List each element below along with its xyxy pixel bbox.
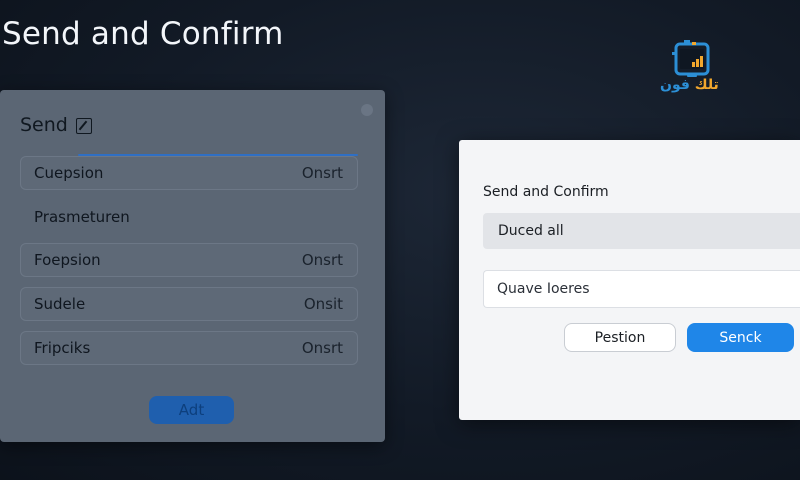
brand-logo-word-1: تلك (694, 77, 719, 93)
list-item[interactable]: Cuepsion Onsrt (20, 156, 358, 190)
list-item[interactable]: Foepsion Onsrt (20, 243, 358, 277)
list-item-value: Onsit (303, 295, 343, 313)
send-panel: Send Cuepsion Onsrt Prasmeturen Foepsion… (0, 90, 385, 442)
panel-close-icon[interactable] (361, 104, 373, 116)
page-title: Send and Confirm (2, 16, 284, 52)
list-item[interactable]: Prasmeturen (20, 200, 358, 234)
send-confirm-dialog: Send and Confirm Duced all Quave Ioeres … (459, 140, 800, 420)
dialog-title: Send and Confirm (483, 184, 609, 200)
add-button[interactable]: Adt (149, 396, 234, 424)
list-item-label: Cuepsion (34, 164, 104, 182)
send-panel-title: Send (20, 114, 68, 136)
list-item-label: Fripciks (34, 339, 91, 357)
brand-logo-text: تلك فون (660, 77, 719, 93)
list-item[interactable]: Sudele Onsit (20, 287, 358, 321)
list-item-value: Onsrt (301, 339, 343, 357)
list-item[interactable]: Fripciks Onsrt (20, 331, 358, 365)
brand-logo-word-2: فون (660, 77, 690, 93)
select-field[interactable]: Duced all (483, 213, 800, 249)
send-panel-header: Send (20, 114, 92, 136)
secondary-button[interactable]: Pestion (564, 323, 676, 352)
list-item-label: Foepsion (34, 251, 101, 269)
text-input[interactable]: Quave Ioeres (483, 270, 800, 308)
brand-logo: تلك فون (656, 40, 730, 96)
list-item-label: Prasmeturen (34, 208, 130, 226)
list-item-value: Onsrt (301, 164, 343, 182)
tablet-logo-icon (672, 40, 710, 77)
list-item-value: Onsrt (301, 251, 343, 269)
send-button[interactable]: Senck (687, 323, 794, 352)
list-item-label: Sudele (34, 295, 86, 313)
edit-icon[interactable] (75, 118, 92, 134)
